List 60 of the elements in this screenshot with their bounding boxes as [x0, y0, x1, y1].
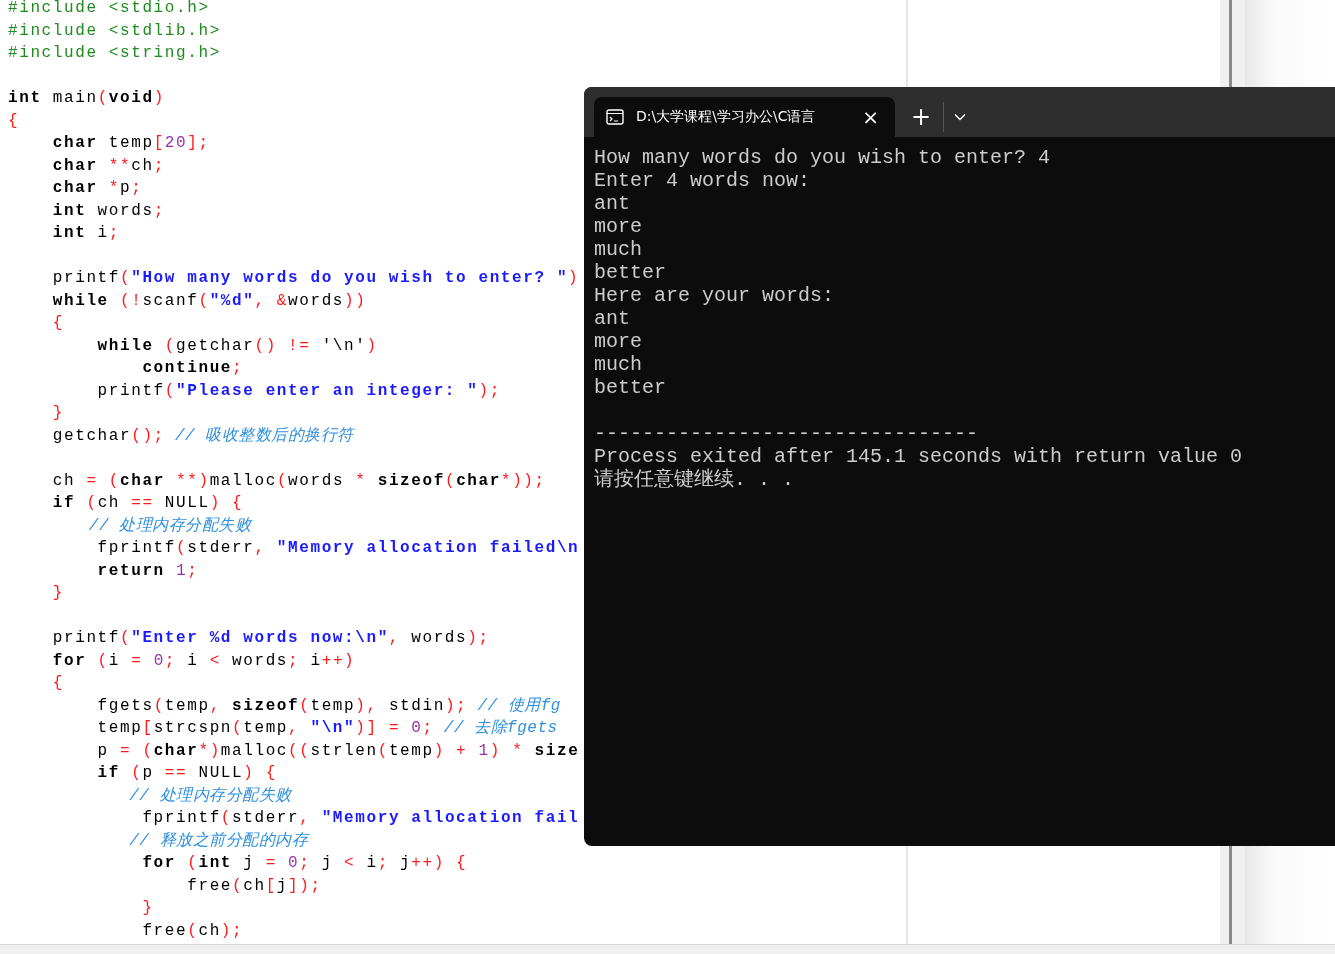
terminal-tab[interactable]: D:\大学课程\学习办公\C语言 × — [594, 97, 895, 137]
code-line: printf("How many words do you wish to enter? ") — [51, 268, 580, 289]
console-output-line: better — [594, 261, 667, 284]
code-line: int main(void) — [8, 88, 165, 109]
code-line: while (getchar() != '\n') — [96, 335, 378, 357]
console-output-line: more — [594, 330, 643, 353]
code-line: } — [51, 583, 64, 604]
code-line: { — [51, 673, 64, 694]
scrollbar-track[interactable] — [1220, 846, 1245, 944]
console-output-line: much — [594, 353, 643, 376]
code-line: if (p == NULL) { — [96, 763, 277, 784]
tab-title: D:\大学课程\学习办公\C语言 — [636, 108, 817, 126]
code-line: printf("Enter %d words now:\n", words); — [51, 628, 490, 649]
code-line: // 释放之前分配的内存 — [128, 830, 309, 852]
code-line: int words; — [51, 200, 165, 222]
code-line: fgets(temp, sizeof(temp), stdin); // 使用fg — [96, 695, 561, 717]
console-output-line: Enter 4 words now: — [594, 169, 812, 192]
code-line: #include <stdio.h> — [8, 0, 210, 19]
code-line: free(ch[j]); — [186, 875, 322, 897]
console-output-line: ant — [594, 192, 631, 215]
code-line: return 1; — [96, 560, 199, 582]
code-line: getchar(); // 吸收整数后的换行符 — [51, 425, 354, 447]
code-line: printf("Please enter an integer: "); — [96, 380, 501, 402]
code-line: char **ch; — [51, 155, 165, 177]
code-line: while (!scanf("%d", &words)) — [51, 290, 367, 312]
console-output-line: better — [594, 376, 667, 399]
console-output-line: -------------------------------- — [594, 422, 980, 445]
console-output-line: How many words do you wish to enter? 4 — [594, 146, 1052, 169]
code-line: int i; — [51, 223, 121, 244]
code-line: continue; — [141, 358, 244, 379]
new-tab-button[interactable]: + — [905, 103, 938, 131]
console-output-line: Here are your words: — [594, 284, 836, 307]
code-line: char *p; — [51, 178, 143, 199]
code-line: // 处理内存分配失败 — [128, 785, 292, 807]
code-line: temp[strcspn(temp, "\n")] = 0; // 去除fgets — [96, 718, 558, 739]
close-tab-button[interactable]: × — [858, 105, 883, 129]
code-line: #include <stdlib.h> — [8, 20, 221, 42]
console-output-line: ant — [594, 307, 631, 330]
code-line: if (ch == NULL) { — [51, 493, 244, 514]
code-line: // 处理内存分配失败 — [87, 515, 252, 537]
code-line: for (int j = 0; j < i; j++) { — [141, 853, 468, 874]
code-line: char temp[20]; — [51, 133, 210, 154]
code-line: fprintf(stderr, "Memory allocation failed\n — [96, 538, 580, 559]
code-line: p = (char*)malloc((strlen(temp) + 1) * size — [96, 740, 580, 762]
console-output-line: more — [594, 215, 643, 238]
code-line: free(ch); — [141, 920, 244, 942]
code-line: for (i = 0; i < words; i++) — [51, 650, 356, 672]
code-line: #include <string.h> — [8, 43, 221, 64]
console-output-line: much — [594, 238, 643, 261]
code-line: ch = (char **)malloc(words * sizeof(char*)); — [51, 470, 546, 492]
code-line: fprintf(stderr, "Memory allocation fail — [141, 808, 580, 829]
code-line: { — [8, 110, 20, 132]
code-line: { — [51, 313, 64, 334]
console-output-line: 请按任意键继续. . . — [594, 468, 795, 491]
code-line: } — [141, 898, 154, 919]
code-line: } — [51, 403, 64, 424]
scrollbar-track[interactable] — [1220, 0, 1245, 87]
chevron-down-icon[interactable] — [954, 113, 967, 121]
terminal-icon — [606, 109, 624, 125]
console-output-line: Process exited after 145.1 seconds with return value 0 — [594, 445, 1244, 468]
